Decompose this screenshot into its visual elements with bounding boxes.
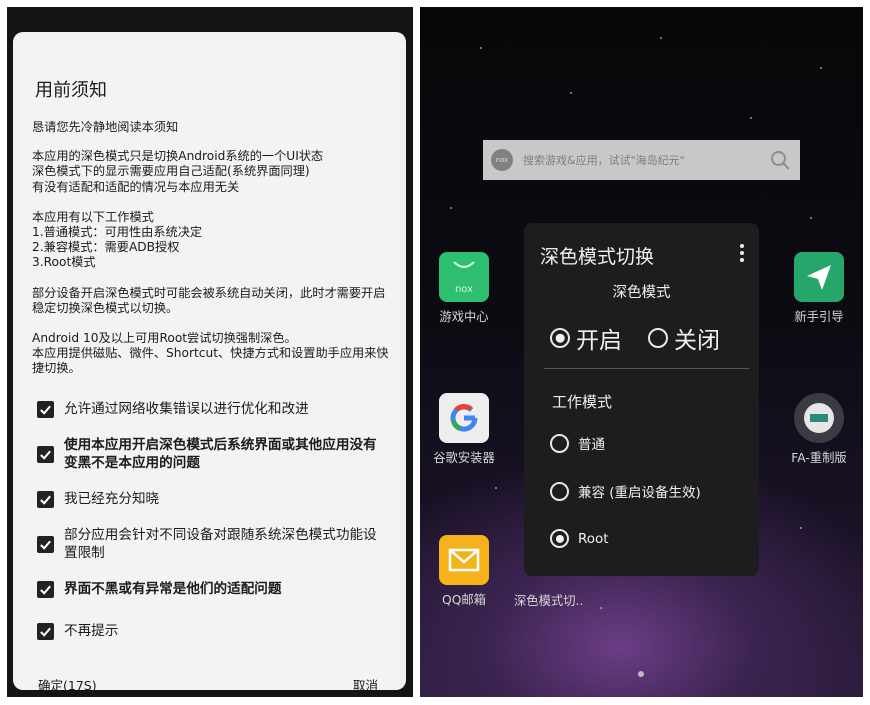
radio-unselected-icon[interactable]	[550, 481, 569, 501]
checkbox-dont-show-again[interactable]: 不再提示	[37, 622, 389, 640]
radio-selected-icon[interactable]	[550, 328, 570, 348]
radio-mode-root[interactable]: Root	[550, 529, 609, 548]
left-screenshot: 用前须知 恳请您先冷静地阅读本须知 本应用的深色模式只是切换Android系统的…	[7, 7, 413, 697]
cancel-button[interactable]: 取消	[353, 675, 378, 694]
app-google-installer[interactable]: 谷歌安装器	[420, 393, 509, 466]
radio-mode-normal[interactable]: 普通	[550, 433, 605, 453]
checkbox-checked-icon[interactable]	[37, 623, 54, 640]
star	[450, 207, 452, 209]
checkbox-label: 部分应用会针对不同设备对跟随系统深色模式功能设置限制	[64, 527, 377, 561]
checkbox-label: 界面不黑或有异常是他们的适配问题	[64, 581, 282, 597]
dialog-title: 用前须知	[35, 80, 107, 101]
notice-paragraph-5: Android 10及以上可用Root尝试切换强制深色。 本应用提供磁贴、微件、…	[32, 331, 389, 376]
checkbox-collect-errors[interactable]: 允许通过网络收集错误以进行优化和改进	[37, 400, 389, 418]
checkbox-label: 我已经充分知晓	[64, 491, 160, 507]
star	[600, 607, 602, 609]
checkbox-not-app-problem[interactable]: 使用本应用开启深色模式后系统界面或其他应用没有变黑不是本应用的问题	[37, 436, 389, 472]
notice-paragraph-4: 部分设备开启深色模式时可能会被系统自动关闭，此时才需要开启稳定切换深色模式以切换…	[32, 285, 386, 315]
radio-dark-off[interactable]: 关闭	[648, 321, 720, 355]
checkbox-checked-icon[interactable]	[37, 491, 54, 508]
checkbox-device-restrictions[interactable]: 部分应用会针对不同设备对跟随系统深色模式功能设置限制	[37, 526, 389, 562]
work-mode-label: 工作模式	[552, 393, 613, 411]
radio-label: Root	[578, 530, 609, 547]
search-placeholder: 搜索游戏&应用，试试"海岛纪元"	[523, 154, 685, 167]
right-screenshot: nox 搜索游戏&应用，试试"海岛纪元" nox 游戏中心 新手引导 谷歌安装器	[420, 7, 863, 697]
radio-label: 关闭	[674, 328, 720, 354]
checkbox-checked-icon[interactable]	[37, 446, 54, 463]
radio-label: 开启	[576, 328, 622, 354]
notice-text: 恳请您先冷静地阅读本须知 本应用的深色模式只是切换Android系统的一个UI状…	[32, 120, 397, 377]
app-label: 新手引导	[794, 310, 844, 324]
notice-paragraph-1: 恳请您先冷静地阅读本须知	[32, 120, 179, 134]
radio-mode-compat[interactable]: 兼容 (重启设备生效)	[550, 481, 701, 501]
star	[820, 67, 822, 69]
checkbox-label: 不再提示	[64, 623, 119, 639]
star	[660, 37, 662, 39]
app-game-center[interactable]: nox 游戏中心	[420, 252, 509, 325]
game-center-icon: nox	[439, 252, 489, 302]
app-label: 游戏中心	[439, 310, 489, 324]
notice-dialog: 用前须知 恳请您先冷静地阅读本须知 本应用的深色模式只是切换Android系统的…	[13, 32, 406, 693]
app-label: QQ邮箱	[442, 593, 486, 607]
svg-text:nox: nox	[455, 284, 473, 295]
confirm-button[interactable]: 确定(17S)	[38, 675, 97, 694]
checkbox-label: 使用本应用开启深色模式后系统界面或其他应用没有变黑不是本应用的问题	[64, 437, 377, 471]
dark-mode-popup: 深色模式切换 深色模式 开启 关闭 工作模式 普通 兼容 (重启设备生效) Ro…	[524, 223, 759, 576]
app-fa-remake[interactable]: FA-重制版	[774, 393, 863, 466]
search-icon[interactable]	[769, 149, 791, 171]
checkbox-adaptation-issue[interactable]: 界面不黑或有异常是他们的适配问题	[37, 580, 389, 598]
search-bar[interactable]: nox 搜索游戏&应用，试试"海岛纪元"	[483, 140, 800, 180]
star	[750, 117, 752, 119]
radio-dark-on[interactable]: 开启	[550, 321, 622, 355]
app-label: 谷歌安装器	[433, 451, 495, 465]
app-qq-mail[interactable]: QQ邮箱	[420, 535, 509, 608]
app-dark-mode-label[interactable]: 深色模式切..	[514, 591, 583, 609]
app-label: FA-重制版	[791, 451, 847, 465]
more-options-icon[interactable]	[739, 244, 745, 262]
radio-unselected-icon[interactable]	[648, 328, 668, 348]
divider	[544, 368, 749, 369]
nox-logo-icon: nox	[491, 149, 513, 171]
checkbox-checked-icon[interactable]	[37, 401, 54, 418]
checkbox-label: 允许通过网络收集错误以进行优化和改进	[64, 401, 309, 417]
checkbox-checked-icon[interactable]	[37, 536, 54, 553]
popup-title: 深色模式切换	[540, 246, 655, 268]
fa-app-icon	[794, 393, 844, 443]
google-g-icon	[439, 393, 489, 443]
star	[800, 527, 802, 529]
send-arrow-icon	[794, 252, 844, 302]
radio-unselected-icon[interactable]	[550, 433, 569, 453]
checkbox-fully-aware[interactable]: 我已经充分知晓	[37, 490, 389, 508]
notice-paragraph-3: 本应用有以下工作模式 1.普通模式：可用性由系统决定 2.兼容模式：需要ADB授…	[32, 209, 203, 270]
app-newbie-guide[interactable]: 新手引导	[774, 252, 863, 325]
star	[570, 92, 572, 94]
star	[480, 47, 482, 49]
dark-mode-label: 深色模式	[612, 285, 671, 301]
radio-selected-icon[interactable]	[550, 529, 569, 548]
checkbox-checked-icon[interactable]	[37, 581, 54, 598]
star	[495, 487, 497, 489]
radio-label: 普通	[578, 437, 605, 453]
notice-paragraph-2: 本应用的深色模式只是切换Android系统的一个UI状态 深色模式下的显示需要应…	[32, 149, 324, 194]
star	[810, 217, 812, 219]
checkbox-list: 允许通过网络收集错误以进行优化和改进 使用本应用开启深色模式后系统界面或其他应用…	[37, 400, 389, 640]
mail-envelope-icon	[439, 535, 489, 585]
page-indicator-dot	[638, 671, 644, 677]
radio-label: 兼容 (重启设备生效)	[578, 485, 701, 501]
